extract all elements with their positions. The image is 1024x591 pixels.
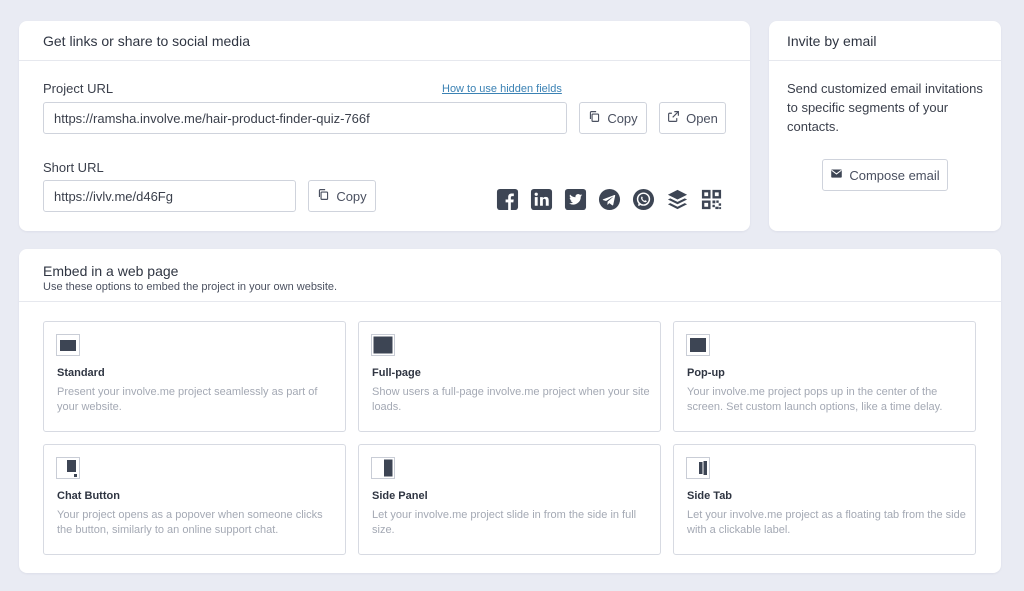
standard-embed-icon bbox=[56, 334, 80, 356]
short-copy-label: Copy bbox=[336, 188, 367, 204]
copy-icon bbox=[317, 188, 330, 204]
embed-option-standard[interactable]: Standard Present your involve.me project… bbox=[43, 321, 346, 432]
copy-project-url-button[interactable]: Copy bbox=[579, 102, 647, 134]
embed-option-desc: Let your involve.me project as a floatin… bbox=[687, 509, 966, 536]
embed-option-desc: Show users a full-page involve.me projec… bbox=[372, 386, 650, 413]
embed-card-title: Embed in a web page bbox=[43, 263, 179, 279]
qr-code-icon[interactable] bbox=[700, 188, 723, 211]
embed-option-full-page[interactable]: Full-page Show users a full-page involve… bbox=[358, 321, 661, 432]
copy-short-url-button[interactable]: Copy bbox=[308, 180, 376, 212]
buffer-icon[interactable] bbox=[666, 188, 689, 211]
open-project-button[interactable]: Open bbox=[659, 102, 726, 134]
embed-card-header: Embed in a web page Use these options to… bbox=[19, 249, 1001, 302]
invite-card-header: Invite by email bbox=[769, 21, 1001, 61]
envelope-icon bbox=[830, 167, 843, 183]
embed-card: Embed in a web page Use these options to… bbox=[19, 249, 1001, 573]
chat-button-embed-icon bbox=[56, 457, 80, 479]
compose-email-button[interactable]: Compose email bbox=[822, 159, 948, 191]
copy-icon bbox=[588, 110, 601, 126]
side-panel-embed-icon bbox=[371, 457, 395, 479]
embed-option-name: Standard bbox=[57, 367, 105, 379]
share-card-header: Get links or share to social media bbox=[19, 21, 750, 61]
twitter-icon[interactable] bbox=[564, 188, 587, 211]
full-page-embed-icon bbox=[371, 334, 395, 356]
project-url-input[interactable]: https://ramsha.involve.me/hair-product-f… bbox=[43, 102, 567, 134]
project-url-label: Project URL bbox=[43, 81, 114, 96]
embed-option-desc: Present your involve.me project seamless… bbox=[57, 386, 318, 413]
popup-embed-icon bbox=[686, 334, 710, 356]
linkedin-icon[interactable] bbox=[530, 188, 553, 211]
embed-option-name: Side Panel bbox=[372, 490, 428, 502]
side-tab-embed-icon bbox=[686, 457, 710, 479]
embed-option-side-panel[interactable]: Side Panel Let your involve.me project s… bbox=[358, 444, 661, 555]
embed-option-desc: Let your involve.me project slide in fro… bbox=[372, 509, 637, 536]
open-label: Open bbox=[686, 110, 718, 126]
embed-option-name: Side Tab bbox=[687, 490, 733, 502]
project-url-value: https://ramsha.involve.me/hair-product-f… bbox=[54, 110, 370, 126]
telegram-icon[interactable] bbox=[598, 188, 621, 211]
compose-email-label: Compose email bbox=[849, 167, 940, 183]
short-url-label: Short URL bbox=[43, 160, 104, 175]
invite-card-title: Invite by email bbox=[787, 32, 877, 49]
short-url-value: https://ivlv.me/d46Fg bbox=[54, 188, 173, 204]
embed-option-name: Chat Button bbox=[57, 490, 120, 502]
share-card-title: Get links or share to social media bbox=[43, 32, 250, 49]
hidden-fields-link[interactable]: How to use hidden fields bbox=[442, 83, 562, 95]
external-link-icon bbox=[667, 110, 680, 126]
short-url-input[interactable]: https://ivlv.me/d46Fg bbox=[43, 180, 296, 212]
social-share-icons bbox=[496, 188, 723, 211]
invite-card: Invite by email Send customized email in… bbox=[769, 21, 1001, 231]
embed-card-subtitle: Use these options to embed the project i… bbox=[43, 281, 338, 293]
copy-label: Copy bbox=[607, 110, 638, 126]
facebook-icon[interactable] bbox=[496, 188, 519, 211]
embed-option-name: Full-page bbox=[372, 367, 421, 379]
embed-option-side-tab[interactable]: Side Tab Let your involve.me project as … bbox=[673, 444, 976, 555]
embed-option-chat-button[interactable]: Chat Button Your project opens as a popo… bbox=[43, 444, 346, 555]
embed-option-pop-up[interactable]: Pop-up Your involve.me project pops up i… bbox=[673, 321, 976, 432]
embed-option-desc: Your project opens as a popover when som… bbox=[57, 509, 323, 536]
whatsapp-icon[interactable] bbox=[632, 188, 655, 211]
embed-option-name: Pop-up bbox=[687, 367, 725, 379]
invite-description: Send customized email invitations to spe… bbox=[787, 81, 983, 134]
embed-option-desc: Your involve.me project pops up in the c… bbox=[687, 386, 943, 413]
